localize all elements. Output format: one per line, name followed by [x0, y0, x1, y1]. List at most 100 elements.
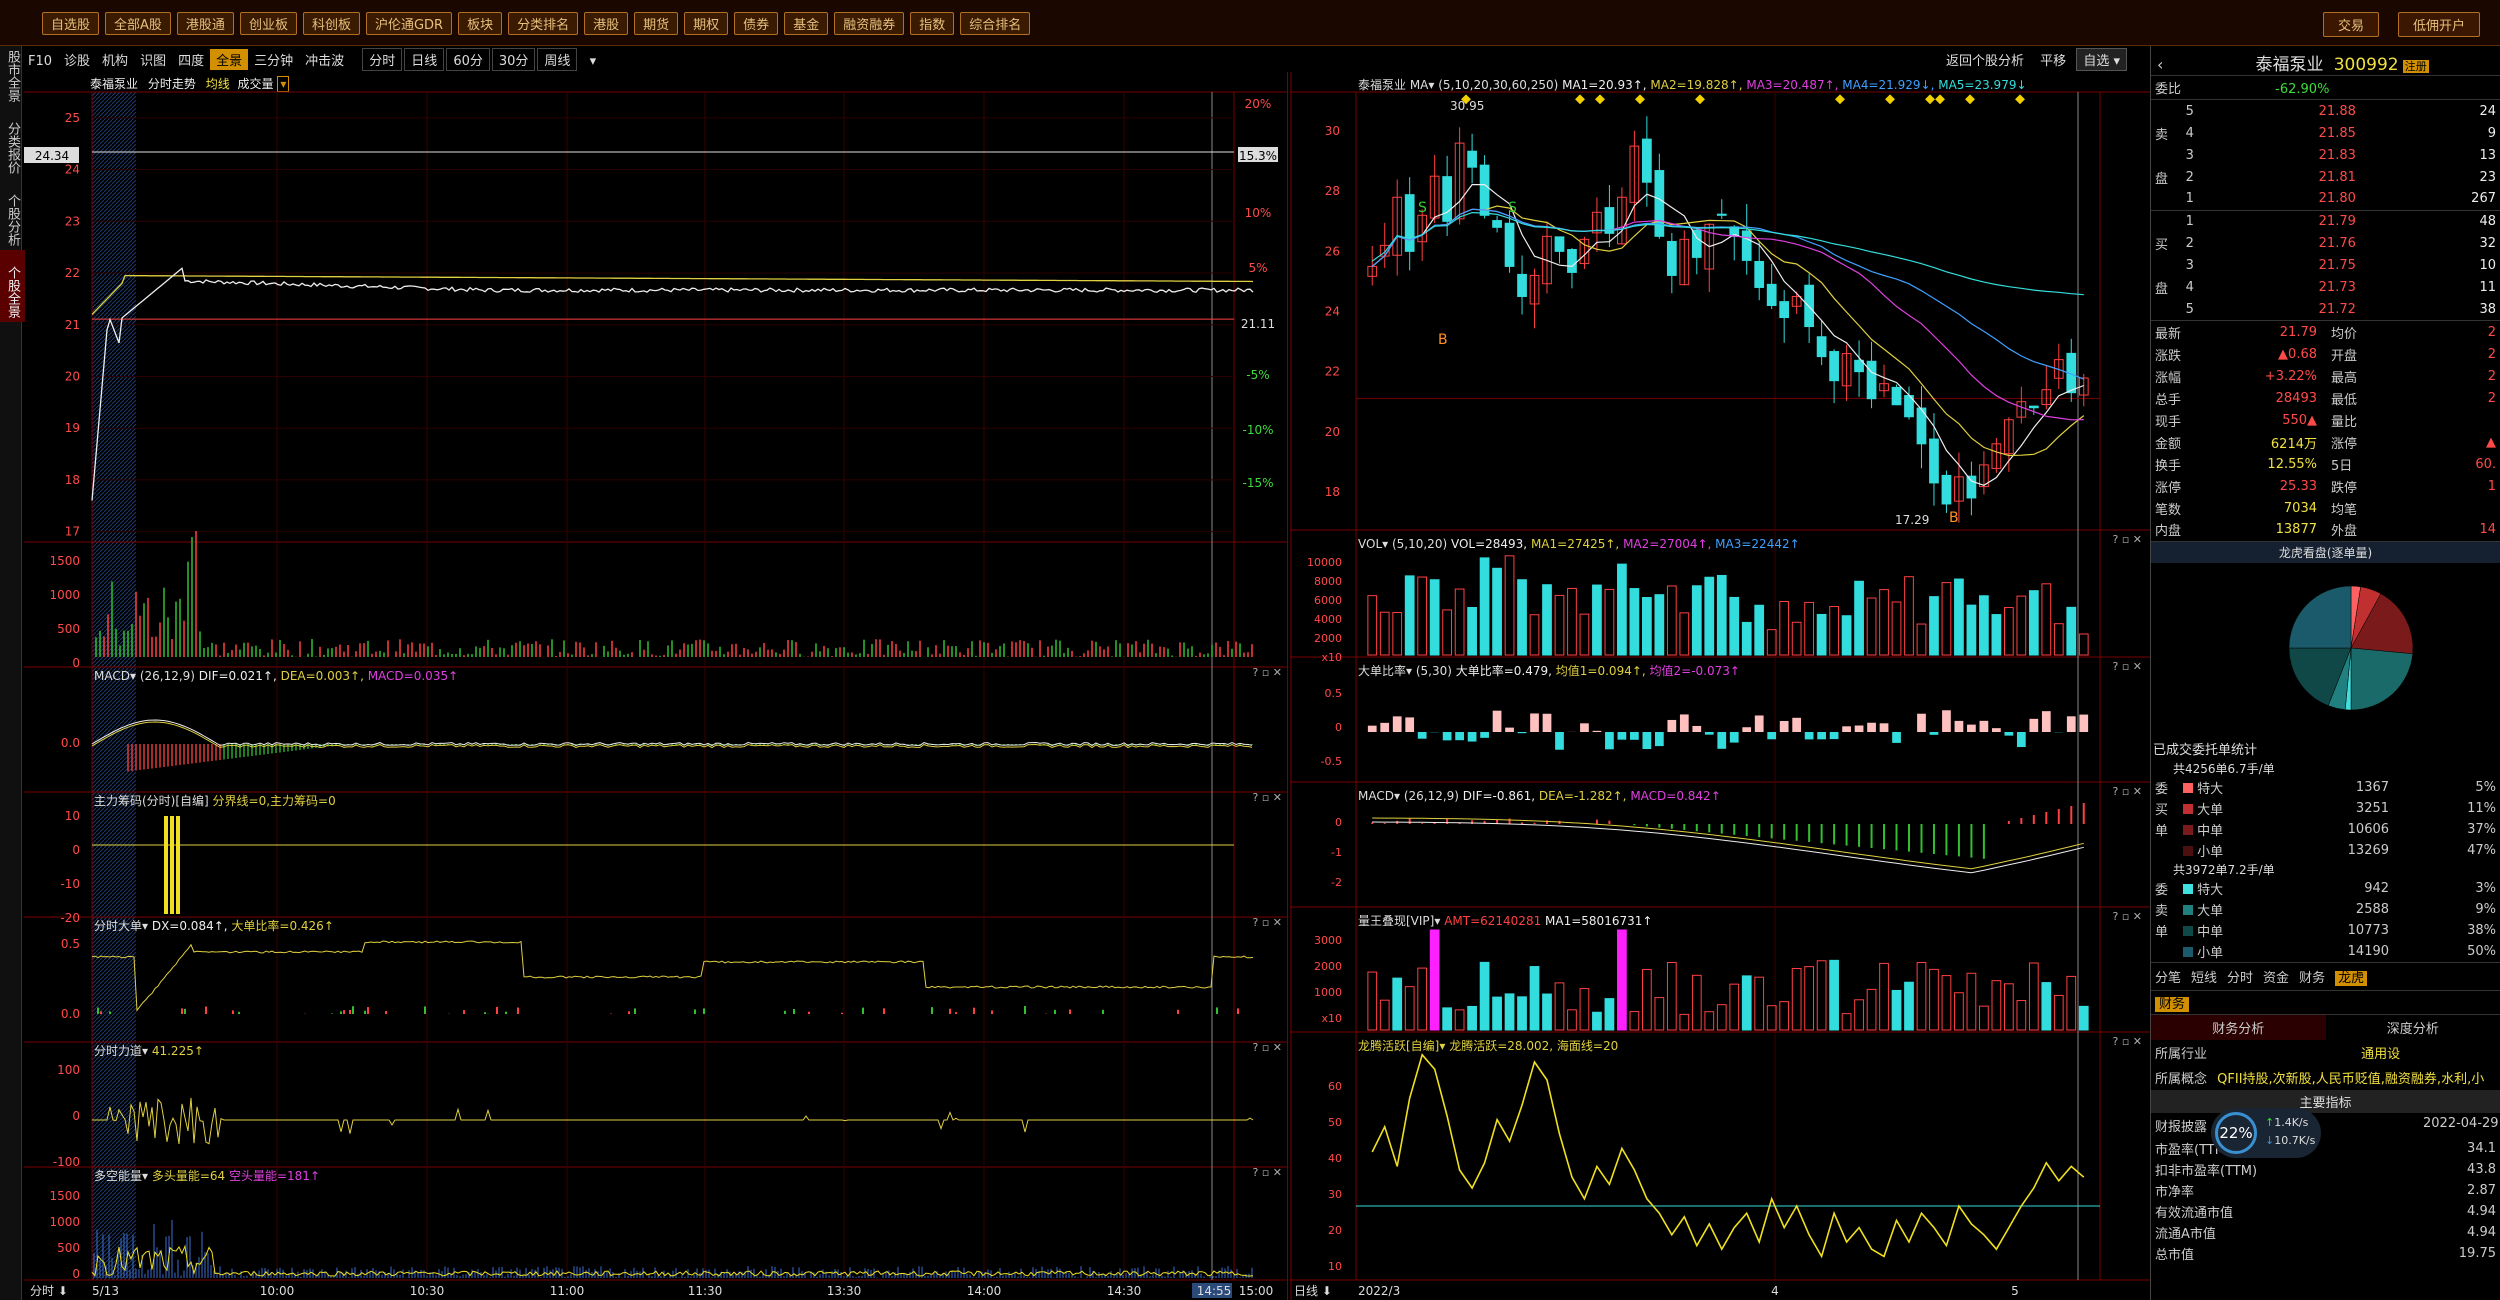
bigratio-bar — [1380, 722, 1390, 732]
toolbar-tab-5[interactable]: 全景 — [210, 49, 249, 70]
bigratio-bar — [1580, 723, 1589, 732]
toolbar-tab-7[interactable]: 冲击波 — [299, 49, 350, 70]
sell-row[interactable]: 卖 4 21.85 9 — [2151, 122, 2500, 144]
menu-item-14[interactable]: 指数 — [910, 12, 955, 35]
period-tab-3[interactable]: 30分 — [491, 48, 536, 71]
stats-row: 现手 550▲ 量比 — [2151, 409, 2500, 431]
side-cell: 盘 — [2155, 282, 2169, 297]
rail-item-analysis[interactable]: 个股分析 — [0, 178, 25, 250]
rail-item-panorama[interactable]: 个股全景 — [0, 250, 25, 322]
energy-tick-2: 500 — [57, 1241, 80, 1255]
toolbar-tab-3[interactable]: 识图 — [134, 49, 172, 70]
sell-row[interactable]: 5 21.88 24 — [2151, 100, 2500, 122]
toolbar-tab-0[interactable]: F10 — [22, 53, 58, 70]
menu-item-6[interactable]: 板块 — [458, 12, 503, 35]
buy-row[interactable]: 盘 4 21.73 11 — [2151, 277, 2500, 299]
quote-tab-3[interactable]: 资金 — [2263, 971, 2289, 986]
buy-row[interactable]: 5 21.72 38 — [2151, 299, 2500, 321]
stat-label: 内盘 — [2155, 524, 2182, 540]
stats-row: 换手 12.55% 5日 60. — [2151, 453, 2500, 475]
bigratio-header: 大单比率▾ (5,30) 大单比率=0.479, 均值1=0.094↑, 均值2… — [1358, 663, 1740, 678]
side-cell — [2151, 840, 2179, 861]
period-tab-4[interactable]: 周线 — [537, 48, 578, 71]
type-cell: 中单 — [2179, 819, 2299, 840]
quote-tab-0[interactable]: 分笔 — [2155, 971, 2181, 986]
count-cell: 14190 — [2347, 943, 2390, 959]
buy-row[interactable]: 3 21.75 10 — [2151, 255, 2500, 277]
sell-row[interactable]: 3 21.83 13 — [2151, 144, 2500, 166]
daily-vol-tick-1: 8000 — [1314, 575, 1342, 588]
menu-item-10[interactable]: 期权 — [684, 12, 729, 35]
daily-vol-bar — [2053, 623, 2064, 656]
daily-chart[interactable]: 泰福泵业 MA▾ (5,10,20,30,60,250) MA1=20.93↑,… — [1290, 72, 2150, 1300]
buy-row[interactable]: 买 2 21.76 32 — [2151, 233, 2500, 255]
period-tab-0[interactable]: 分时 — [362, 48, 403, 71]
toolbar-tab-6[interactable]: 三分钟 — [248, 49, 299, 70]
menu-item-5[interactable]: 沪伦通GDR — [365, 12, 453, 35]
qty-bar — [2003, 983, 2014, 1031]
watchlist-select[interactable]: 自选 ▾ — [2076, 48, 2127, 71]
count-cell: 3251 — [2355, 800, 2390, 816]
fin-label: 市净率 — [2155, 1184, 2195, 1200]
sell-row[interactable]: 1 21.80 267 — [2151, 188, 2500, 210]
weekly-dropdown-icon[interactable]: ▾ — [584, 53, 603, 70]
menu-item-8[interactable]: 港股 — [584, 12, 629, 35]
toolbar-tab-1[interactable]: 诊股 — [58, 49, 96, 70]
qty-bar — [1991, 980, 2002, 1031]
axis-left-btn[interactable]: 分时 ⬇ — [30, 1282, 68, 1299]
big-ratio-line — [91, 940, 1254, 1012]
rail-item-category[interactable]: 分类报价 — [0, 106, 25, 178]
fin-sub-deep[interactable]: 深度分析 — [2326, 1015, 2500, 1040]
menu-item-11[interactable]: 债券 — [734, 12, 779, 35]
period-tab-2[interactable]: 60分 — [446, 48, 490, 71]
menu-item-7[interactable]: 分类排名 — [508, 12, 579, 35]
stat-label: 最新 — [2155, 326, 2182, 342]
intraday-chart[interactable]: 25 24 23 22 21 20 19 18 17 20% 15.3% 10% 5% 21.11 -5% -… — [24, 72, 1288, 1300]
axis-daily-btn[interactable]: 日线 ⬇ — [1294, 1282, 1332, 1299]
bigratio-bar — [1654, 732, 1664, 747]
menu-item-9[interactable]: 期货 — [634, 12, 679, 35]
count-cell: 10606 — [2347, 821, 2390, 837]
price-cell: 21.76 — [2318, 236, 2356, 251]
sell-row[interactable]: 盘 2 21.81 23 — [2151, 166, 2500, 188]
bigratio-bar — [1929, 732, 1939, 735]
left-rail: 股市全景 分类报价 个股分析 个股全景 — [0, 46, 25, 1300]
back-to-analysis[interactable]: 返回个股分析 — [1940, 49, 2030, 70]
quote-tab-4[interactable]: 财务 — [2299, 971, 2325, 986]
panel-ctl-4: ? ▫ ✕ — [1252, 1166, 1282, 1179]
fin-value: 43.8 — [2467, 1161, 2496, 1177]
qty-bar — [1941, 975, 1952, 1031]
daily-price-tick-5: 20 — [1325, 425, 1340, 439]
buy-row[interactable]: 1 21.79 48 — [2151, 211, 2500, 233]
toolbar-tab-4[interactable]: 四度 — [172, 49, 210, 70]
side-cell — [2151, 188, 2182, 210]
menu-item-12[interactable]: 基金 — [784, 12, 829, 35]
flat-button[interactable]: 平移 — [2034, 49, 2072, 70]
trade-button[interactable]: 交易 — [2322, 12, 2379, 37]
bigratio-bar — [2066, 716, 2076, 732]
side-cell: 盘 — [2155, 171, 2169, 187]
quote-tab-1[interactable]: 短线 — [2191, 971, 2217, 986]
menu-item-13[interactable]: 融资融券 — [834, 12, 905, 35]
time-tick-1: 10:00 — [260, 1284, 295, 1298]
report-label: 财报披露 — [2155, 1119, 2208, 1135]
period-tab-1[interactable]: 日线 — [404, 48, 445, 71]
menu-item-1[interactable]: 全部A股 — [105, 12, 171, 35]
back-chevron-icon[interactable]: ‹ — [2157, 55, 2163, 74]
menu-item-15[interactable]: 综合排名 — [960, 12, 1031, 35]
open-account-button[interactable]: 低佣开户 — [2397, 12, 2480, 37]
quote-tab-2[interactable]: 分时 — [2227, 971, 2253, 986]
menu-item-0[interactable]: 自选股 — [42, 12, 100, 35]
menu-item-2[interactable]: 港股通 — [176, 12, 234, 35]
bigratio-tick-2: -0.5 — [1321, 755, 1342, 768]
menu-item-3[interactable]: 创业板 — [239, 12, 297, 35]
bigratio-bar — [1717, 732, 1727, 749]
finance-tab[interactable]: 财务 — [2155, 996, 2190, 1012]
menu-item-4[interactable]: 科创板 — [302, 12, 360, 35]
stat-label: 跌停 — [2331, 480, 2358, 496]
toolbar-tab-2[interactable]: 机构 — [96, 49, 134, 70]
fin-sub-analysis[interactable]: 财务分析 — [2151, 1014, 2326, 1040]
level-cell: 2 — [2185, 169, 2194, 185]
quote-tab-5[interactable]: 龙虎 — [2335, 970, 2368, 986]
fin-row: 有效流通市值 4.94 — [2151, 1201, 2500, 1222]
